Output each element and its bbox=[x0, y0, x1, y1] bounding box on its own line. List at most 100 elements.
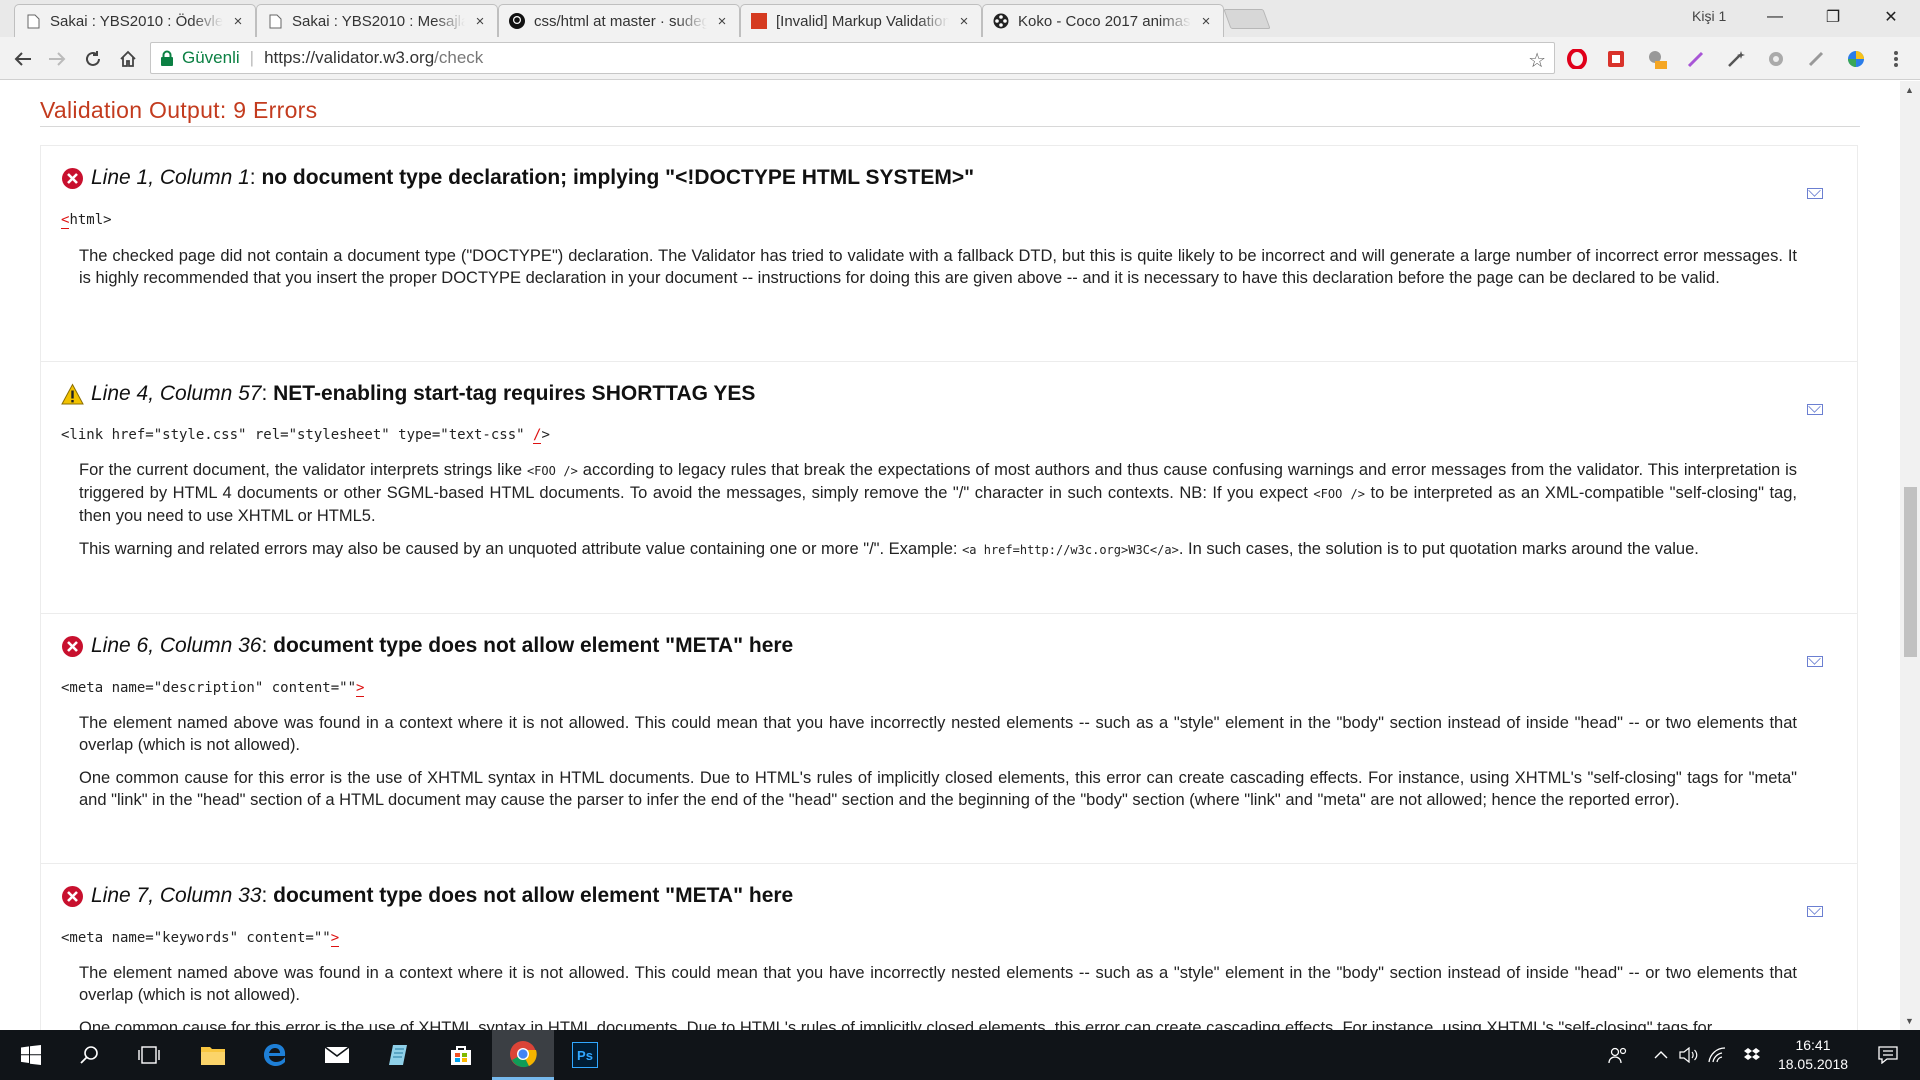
home-icon bbox=[120, 50, 136, 67]
wifi-icon[interactable] bbox=[1704, 1030, 1730, 1080]
validation-message: Line 6, Column 36: document type does no… bbox=[40, 614, 1858, 864]
photoshop-icon[interactable]: Ps bbox=[554, 1030, 616, 1080]
inline-code: <a href=http://w3c.org>W3C</a> bbox=[962, 543, 1179, 557]
message-colon: : bbox=[261, 884, 274, 907]
notepad-icon[interactable] bbox=[368, 1030, 430, 1080]
file-explorer-icon[interactable] bbox=[182, 1030, 244, 1080]
store-icon[interactable] bbox=[430, 1030, 492, 1080]
tab-close-icon[interactable]: × bbox=[715, 13, 729, 30]
message-colon: : bbox=[249, 166, 262, 189]
tab-close-icon[interactable]: × bbox=[231, 13, 245, 30]
arrow-right-icon bbox=[49, 52, 66, 66]
reload-button[interactable] bbox=[80, 46, 106, 72]
message-explanation: For the current document, the validator … bbox=[79, 459, 1797, 527]
validation-message: Line 1, Column 1: no document type decla… bbox=[40, 145, 1858, 362]
new-tab-button[interactable] bbox=[1223, 9, 1271, 29]
opera-extension-icon[interactable] bbox=[1565, 47, 1589, 71]
close-window-button[interactable]: ✕ bbox=[1862, 0, 1920, 34]
tab-close-icon[interactable]: × bbox=[473, 13, 487, 30]
search-icon[interactable] bbox=[58, 1030, 120, 1080]
inline-code: <FOO /> bbox=[1313, 487, 1365, 501]
secure-label: Güvenli bbox=[182, 48, 240, 67]
code-highlight: > bbox=[356, 680, 365, 697]
text-run: For the current document, the validator … bbox=[79, 461, 527, 479]
inline-code: <FOO /> bbox=[526, 464, 578, 478]
wand-extension-icon[interactable] bbox=[1724, 47, 1748, 71]
code-highlight: > bbox=[330, 930, 340, 947]
browser-toolbar: Güvenli | https://validator.w3.org/check… bbox=[0, 37, 1920, 80]
off-badge-extension-icon[interactable] bbox=[1644, 47, 1668, 71]
error-icon bbox=[62, 167, 83, 189]
edge-icon[interactable] bbox=[244, 1030, 306, 1080]
message-location: Line 6, Column 36 bbox=[91, 634, 262, 657]
tab-sakai-odevler[interactable]: Sakai : YBS2010 : Ödevler × bbox=[14, 4, 256, 37]
tab-strip: Sakai : YBS2010 : Ödevler × Sakai : YBS2… bbox=[0, 0, 1920, 37]
pen-extension-icon[interactable] bbox=[1684, 47, 1708, 71]
clock-time: 16:41 bbox=[1795, 1037, 1831, 1053]
validation-message: Line 7, Column 33: document type does no… bbox=[40, 864, 1858, 1030]
tab-validator[interactable]: [Invalid] Markup Validation × bbox=[740, 4, 982, 37]
tab-close-icon[interactable]: × bbox=[1199, 13, 1213, 30]
mail-icon[interactable] bbox=[306, 1030, 368, 1080]
windows-taskbar: Ps 16:41 18.05.2018 bbox=[0, 1030, 1920, 1080]
message-location: Line 1, Column 1 bbox=[91, 166, 250, 189]
w3c-red-icon bbox=[751, 13, 767, 29]
chrome-icon[interactable] bbox=[492, 1030, 554, 1080]
error-icon bbox=[62, 885, 83, 907]
feedback-mail-icon[interactable] bbox=[1807, 656, 1823, 667]
scroll-up-arrow-icon[interactable]: ▲ bbox=[1905, 85, 1914, 95]
vertical-scrollbar[interactable]: ▲ ▼ bbox=[1900, 81, 1920, 1030]
tab-title: Koko - Coco 2017 animasy bbox=[1018, 12, 1191, 30]
bookmark-star-icon[interactable]: ☆ bbox=[1528, 48, 1546, 73]
back-button[interactable] bbox=[10, 46, 36, 72]
message-text: document type does not allow element "ME… bbox=[273, 884, 794, 907]
message-colon: : bbox=[261, 634, 274, 657]
film-reel-icon bbox=[993, 13, 1009, 29]
url-separator: | bbox=[249, 48, 255, 67]
error-icon bbox=[62, 635, 83, 657]
tab-koko[interactable]: Koko - Coco 2017 animasy × bbox=[982, 4, 1224, 37]
profile-button[interactable]: Kişi 1 bbox=[1692, 8, 1726, 24]
dropbox-icon[interactable] bbox=[1740, 1030, 1764, 1080]
people-icon[interactable] bbox=[1598, 1030, 1638, 1080]
tab-title: css/html at master · sudeg bbox=[534, 12, 707, 30]
task-view-icon[interactable] bbox=[118, 1030, 180, 1080]
address-bar[interactable]: Güvenli | https://validator.w3.org/check… bbox=[150, 42, 1555, 74]
scrollbar-thumb[interactable] bbox=[1904, 487, 1917, 657]
tab-close-icon[interactable]: × bbox=[957, 13, 971, 30]
gear-extension-icon[interactable] bbox=[1764, 47, 1788, 71]
feedback-mail-icon[interactable] bbox=[1807, 404, 1823, 415]
source-excerpt: <meta name="description" content=""> bbox=[61, 680, 365, 697]
forward-button[interactable] bbox=[44, 46, 70, 72]
message-location: Line 4, Column 57 bbox=[91, 382, 262, 405]
validation-output-heading: Validation Output: 9 Errors bbox=[40, 97, 1860, 127]
message-explanation: The checked page did not contain a docum… bbox=[79, 247, 1797, 287]
code-after: > bbox=[541, 427, 550, 443]
minimize-button[interactable]: — bbox=[1746, 0, 1804, 34]
message-explanation: The element named above was found in a c… bbox=[79, 964, 1797, 1004]
clock-date: 18.05.2018 bbox=[1777, 1056, 1849, 1072]
volume-icon[interactable] bbox=[1676, 1030, 1702, 1080]
feedback-mail-icon[interactable] bbox=[1807, 906, 1823, 917]
taskbar-clock[interactable]: 16:41 18.05.2018 bbox=[1768, 1036, 1858, 1074]
message-heading: Line 1, Column 1: no document type decla… bbox=[61, 166, 974, 190]
chevron-up-icon[interactable] bbox=[1648, 1030, 1674, 1080]
tab-title: [Invalid] Markup Validation bbox=[776, 12, 949, 30]
tab-sakai-mesajlar[interactable]: Sakai : YBS2010 : Mesajlar × bbox=[256, 4, 498, 37]
feedback-mail-icon[interactable] bbox=[1807, 188, 1823, 199]
home-button[interactable] bbox=[115, 46, 141, 72]
colorful-extension-icon[interactable] bbox=[1844, 47, 1868, 71]
message-heading: Line 6, Column 36: document type does no… bbox=[61, 634, 793, 658]
pdf-extension-icon[interactable] bbox=[1604, 47, 1628, 71]
code-before: <meta name="keywords" content="" bbox=[61, 930, 331, 946]
windows-start-icon[interactable] bbox=[0, 1030, 62, 1080]
action-center-icon[interactable] bbox=[1868, 1030, 1908, 1080]
scroll-down-arrow-icon[interactable]: ▼ bbox=[1905, 1016, 1914, 1026]
url-host: https://validator.w3.org bbox=[264, 48, 435, 67]
menu-kebab-icon[interactable] bbox=[1884, 47, 1908, 71]
tab-github[interactable]: css/html at master · sudeg × bbox=[498, 4, 740, 37]
message-location: Line 7, Column 33 bbox=[91, 884, 262, 907]
brush-extension-icon[interactable] bbox=[1804, 47, 1828, 71]
restore-button[interactable]: ❐ bbox=[1804, 0, 1862, 34]
message-heading: Line 7, Column 33: document type does no… bbox=[61, 884, 793, 908]
